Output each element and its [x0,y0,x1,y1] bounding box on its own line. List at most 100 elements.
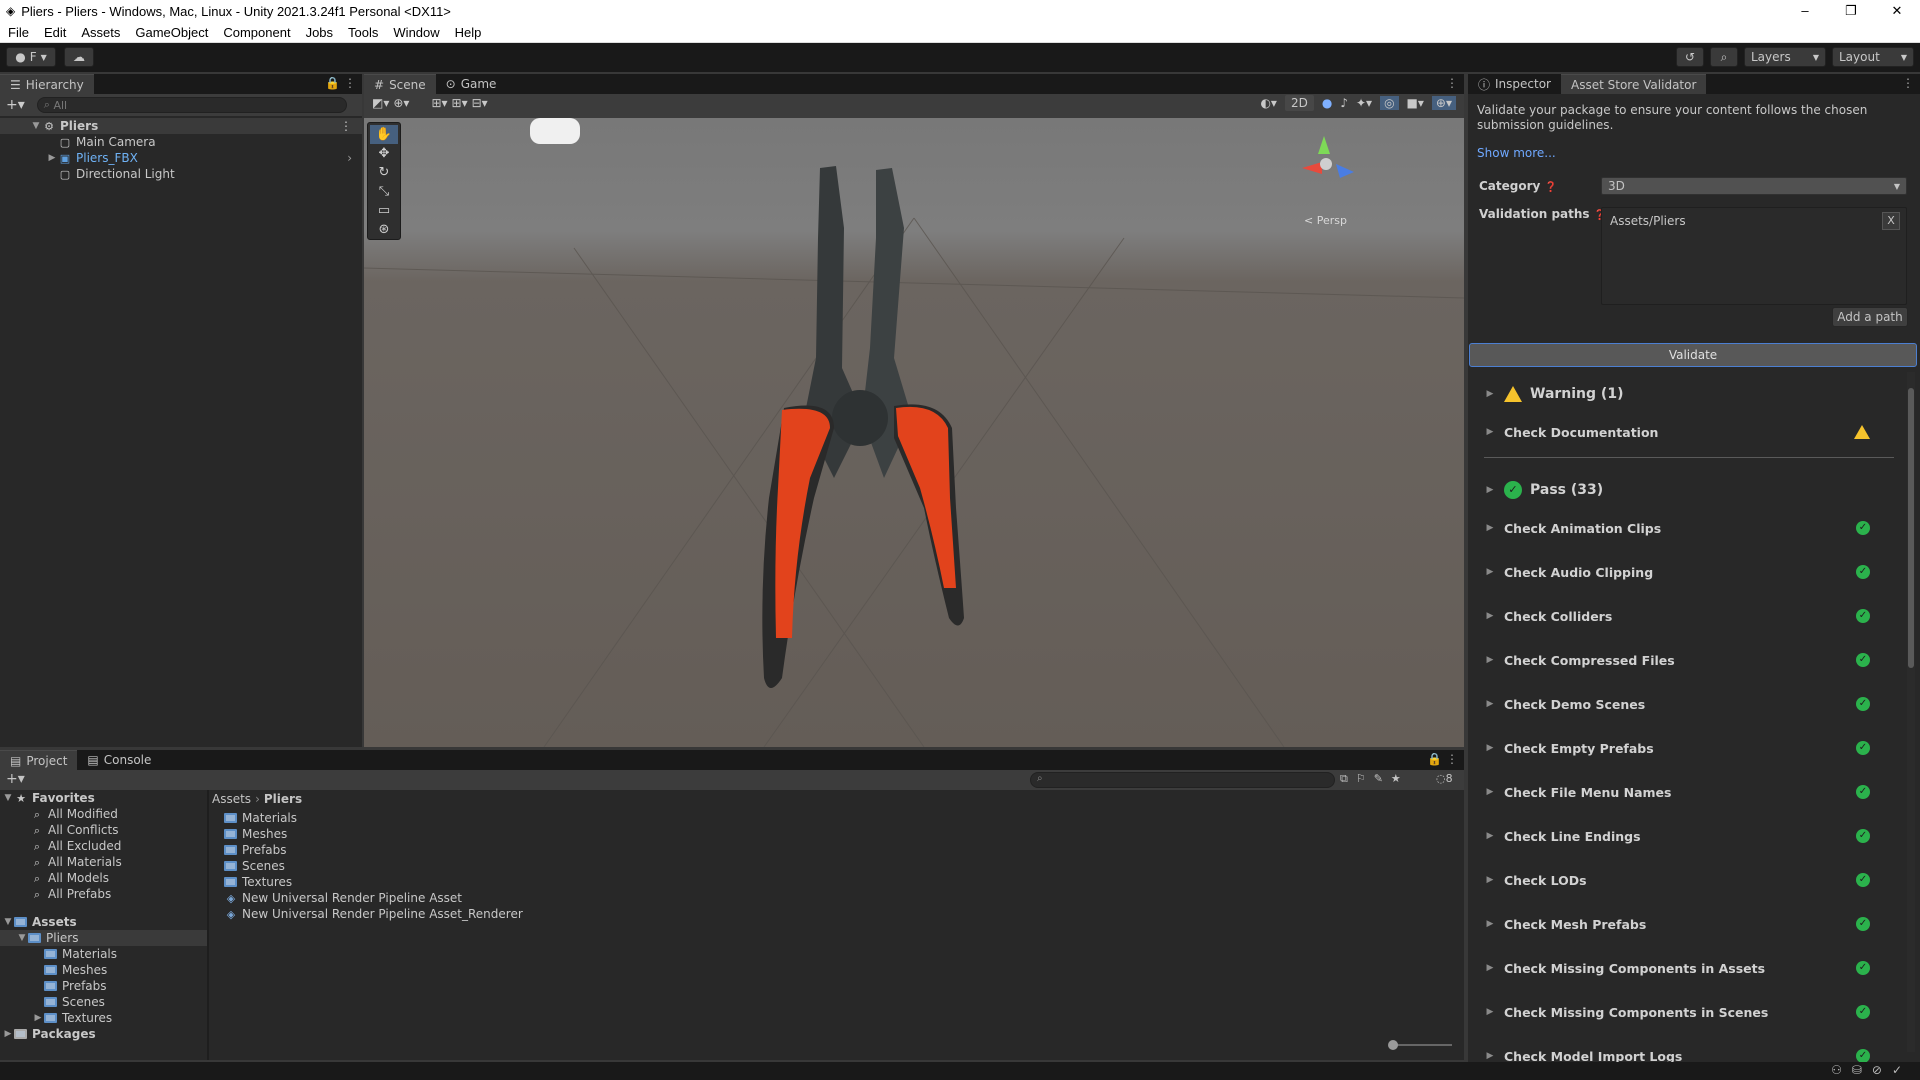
panel-menu-icon[interactable]: 🔒 ⋮ [1427,752,1458,766]
category-dropdown[interactable]: 3D ▼ [1601,177,1907,195]
result-row-pass[interactable]: ▶ Check LODs ✓ [1476,858,1900,902]
show-more-link[interactable]: Show more... [1477,146,1556,160]
camera-gizmo-icon[interactable] [530,118,580,144]
panel-menu-icon[interactable]: ⋮ [1446,76,1458,90]
scrollbar-thumb[interactable] [1908,388,1914,668]
grid-button[interactable]: ⊞▾ [452,96,468,110]
project-search-input[interactable]: ⌕ [1030,772,1335,788]
hierarchy-item-main-camera[interactable]: ▢ Main Camera [0,134,362,150]
scene-view[interactable]: < Persp ✋ ✥ ↻ ⤡ ▭ ⊛ [364,118,1464,747]
expand-arrow-icon[interactable]: ▶ [1476,611,1504,621]
project-file-item[interactable]: ◈ New Universal Render Pipeline Asset_Ren… [224,906,1024,922]
expand-arrow-icon[interactable]: ▶ [2,1029,14,1039]
expand-arrow-icon[interactable]: ▶ [1476,787,1504,797]
expand-arrow-icon[interactable]: ▶ [32,1013,44,1023]
folder-item[interactable]: Materials [0,946,207,962]
assets-folder[interactable]: ▼ Assets [0,914,207,930]
tab-game[interactable]: ⊙ Game [436,74,507,94]
expand-arrow-icon[interactable]: ▶ [1476,389,1504,399]
layout-dropdown[interactable]: Layout ▼ [1832,47,1914,67]
result-row-pass[interactable]: ▶ Check Demo Scenes ✓ [1476,682,1900,726]
favorites-header[interactable]: ▼ ★ Favorites [0,790,207,806]
mode-2d-button[interactable]: 2D [1284,95,1314,111]
draw-mode-button[interactable]: ◩▾ [372,96,389,110]
favorite-item[interactable]: ⌕ All Modified [0,806,207,822]
result-row-pass[interactable]: ▶ Check File Menu Names ✓ [1476,770,1900,814]
folder-item[interactable]: Meshes [0,962,207,978]
menu-assets[interactable]: Assets [73,25,127,40]
expand-arrow-icon[interactable]: ▶ [1476,427,1504,437]
folder-item[interactable]: Prefabs [0,978,207,994]
breadcrumb-assets[interactable]: Assets [212,792,251,806]
result-row-pass[interactable]: ▶ Check Missing Components in Assets ✓ [1476,946,1900,990]
audio-icon[interactable]: ♪ [1340,96,1348,110]
expand-arrow-icon[interactable]: ▶ [1476,919,1504,929]
expand-arrow-icon[interactable]: ▶ [46,153,58,163]
project-file-item[interactable]: ◈ New Universal Render Pipeline Asset [224,890,1024,906]
expand-arrow-icon[interactable]: ▶ [1476,1007,1504,1017]
favorite-item[interactable]: ⌕ All Conflicts [0,822,207,838]
project-file-item[interactable]: Materials [224,810,1024,826]
expand-arrow-icon[interactable]: ▼ [2,793,14,803]
expand-arrow-icon[interactable]: ▼ [16,933,28,943]
remove-path-button[interactable]: X [1882,212,1900,230]
favorite-item[interactable]: ⌕ All Excluded [0,838,207,854]
expand-arrow-icon[interactable]: ▼ [30,121,42,131]
filter-icons[interactable]: ⧉⚐✎★ [1340,772,1409,786]
snap-button[interactable]: ⊞▾ [431,96,447,110]
result-row-pass[interactable]: ▶ Check Empty Prefabs ✓ [1476,726,1900,770]
favorite-item[interactable]: ⌕ All Materials [0,854,207,870]
history-button[interactable]: ↺ [1676,47,1704,67]
gizmos-button[interactable]: ⊕▾ [1431,96,1456,110]
menu-window[interactable]: Window [385,25,446,40]
expand-arrow-icon[interactable]: ▶ [1476,485,1504,495]
result-row-pass[interactable]: ▶ Check Animation Clips ✓ [1476,506,1900,550]
result-row-check-documentation[interactable]: ▶ Check Documentation [1476,410,1900,454]
folder-item[interactable]: ▶ Textures [0,1010,207,1026]
result-row-pass[interactable]: ▶ Check Mesh Prefabs ✓ [1476,902,1900,946]
search-input[interactable]: ⌕ All [36,97,347,113]
lighting-icon[interactable]: ● [1322,96,1332,110]
expand-arrow-icon[interactable]: ▶ [1476,875,1504,885]
rect-tool-button[interactable]: ▭ [370,201,398,220]
expand-arrow-icon[interactable]: ▶ [1476,699,1504,709]
panel-menu-icon[interactable]: 🔒 ⋮ [325,76,356,90]
breadcrumb-pliers[interactable]: Pliers [264,792,302,806]
account-button[interactable]: ● F ▼ [6,47,56,67]
scale-tool-button[interactable]: ⤡ [370,182,398,201]
zoom-slider-thumb[interactable] [1388,1040,1398,1050]
folder-item[interactable]: Scenes [0,994,207,1010]
tab-project[interactable]: ▤ Project [0,750,78,770]
tab-scene[interactable]: # Scene [364,74,436,94]
validation-path-item[interactable]: Assets/Pliers [1610,214,1686,228]
maximize-button[interactable]: ❐ [1828,0,1874,22]
project-file-item[interactable]: Prefabs [224,842,1024,858]
expand-arrow-icon[interactable]: ▶ [1476,1051,1504,1061]
hidden-packages-icon[interactable]: ◌8 [1436,772,1453,785]
cloud-button[interactable]: ☁ [64,47,94,67]
splitter[interactable] [207,790,209,1060]
add-button[interactable]: +▾ [6,771,25,787]
result-row-pass[interactable]: ▶ Check Compressed Files ✓ [1476,638,1900,682]
menu-tools[interactable]: Tools [340,25,385,40]
hierarchy-item-pliers[interactable]: ▼ ⚙ Pliers ⋮ [0,118,362,134]
menu-gameobject[interactable]: GameObject [127,25,215,40]
menu-help[interactable]: Help [447,25,489,40]
help-icon[interactable]: ❓ [1545,182,1557,193]
expand-arrow-icon[interactable]: ▶ [1476,963,1504,973]
result-row-pass[interactable]: ▶ Check Audio Clipping ✓ [1476,550,1900,594]
hidden-objects-icon[interactable]: ◎ [1380,96,1399,110]
menu-edit[interactable]: Edit [36,25,73,40]
shading-button[interactable]: ◐▾ [1260,96,1277,110]
tab-console[interactable]: ▤ Console [77,750,161,770]
inspector-scrollbar[interactable] [1907,372,1915,1052]
tab-inspector[interactable]: ⓘ Inspector [1468,74,1561,94]
orientation-gizmo[interactable] [1302,136,1354,178]
validate-button[interactable]: Validate [1469,343,1917,367]
packages-folder[interactable]: ▶ Packages [0,1026,207,1042]
expand-arrow-icon[interactable]: ▶ [1476,743,1504,753]
hierarchy-item-directional-light[interactable]: ▢ Directional Light [0,166,362,182]
camera-button[interactable]: ■▾ [1407,96,1424,110]
add-button[interactable]: +▾ [6,97,25,113]
layers-dropdown[interactable]: Layers ▼ [1744,47,1826,67]
